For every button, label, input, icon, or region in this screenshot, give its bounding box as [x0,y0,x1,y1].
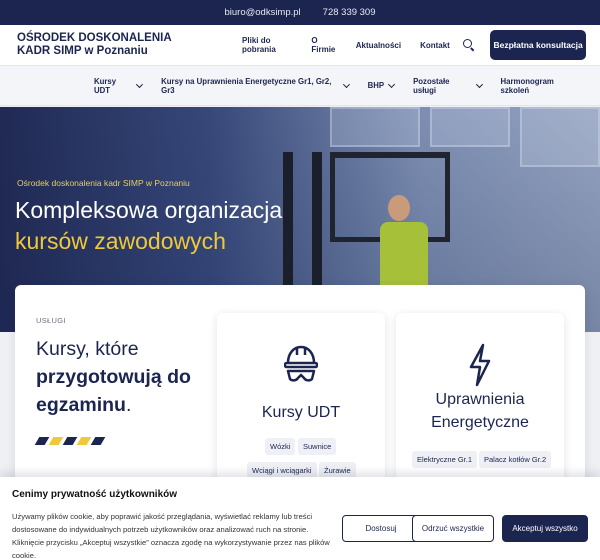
nav-news[interactable]: Aktualności [356,41,401,50]
nav-contact[interactable]: Kontakt [420,41,450,50]
services-section: USŁUGI Kursy, które przygotowują do egza… [15,285,585,493]
section-heading: Kursy, które przygotowują do egzaminu. [36,335,216,419]
phone-link[interactable]: 728 339 309 [323,7,376,18]
subnav-other[interactable]: Pozostałe usługi [413,76,483,95]
helmet-icon [284,345,318,382]
heading-part: egzaminu [36,394,126,416]
subnav-label: BHP [367,81,385,90]
tag-forklifts[interactable]: Wózki [265,438,296,455]
cookie-accept-button[interactable]: Akceptuj wszystko [502,515,588,542]
stripe [34,437,50,445]
subnav-label: Kursy na Uprawnienia Energetyczne Gr1, G… [161,76,332,95]
background-window [330,107,420,147]
cookie-customize-button[interactable]: Dostosuj [342,515,420,542]
subnav-label: Pozostałe usługi [413,76,450,95]
cookie-title: Cenimy prywatność użytkowników [12,489,178,500]
service-title: Uprawnienia Energetyczne [396,388,564,434]
stripe [48,437,64,445]
service-title-line: Energetyczne [431,414,529,431]
background-window [520,107,600,167]
site-header: OŚRODEK DOSKONALENIA KADR SIMP w Poznani… [0,25,600,66]
subnav-schedule[interactable]: Harmonogram szkoleń [501,77,581,95]
nav-files[interactable]: Pliki do pobrania [242,36,292,54]
stripe [62,437,78,445]
tag-boiler[interactable]: Palacz kotłów Gr.2 [479,451,552,468]
worker-image [380,222,428,287]
worker-image [388,195,410,221]
section-kicker: USŁUGI [36,316,66,325]
lightning-icon [469,343,491,387]
site-logo[interactable]: OŚRODEK DOSKONALENIA KADR SIMP w Poznani… [17,32,204,58]
subnav-energy[interactable]: Kursy na Uprawnienia Energetyczne Gr1, G… [161,76,350,95]
background-window [430,107,510,147]
hero-kicker: Ośrodek doskonalenia kadr SIMP w Poznani… [17,178,190,188]
main-nav: Pliki do pobrania O Firmie Aktualności K… [242,36,490,54]
hero-title-line1: Kompleksowa organizacja [15,197,283,223]
cookie-reject-button[interactable]: Odrzuć wszystkie [412,515,494,542]
subnav-bhp[interactable]: BHP [367,80,396,90]
search-icon[interactable] [462,39,473,51]
service-title: Kursy UDT [261,404,341,421]
email-link[interactable]: biuro@odksimp.pl [224,7,300,18]
heading-part: . [125,394,132,416]
hero-title: Kompleksowa organizacja kursów zawodowyc… [15,195,282,257]
heading-part: przygotowują do [36,366,191,388]
stripe [90,437,106,445]
tag-cranes[interactable]: Suwnice [298,438,337,455]
tag-electric[interactable]: Elektryczne Gr.1 [412,451,478,468]
secondary-nav: Kursy UDT Kursy na Uprawnienia Energetyc… [0,66,600,106]
chevron-down-icon [388,80,396,88]
service-card-energy[interactable]: Uprawnienia Energetyczne Elektryczne Gr.… [396,313,564,493]
hero-title-highlight: kursów zawodowych [15,228,226,254]
cookie-text: Używamy plików cookie, aby poprawić jako… [12,512,330,560]
chevron-down-icon [342,80,350,88]
subnav-label: Harmonogram szkoleń [500,76,554,95]
chevron-down-icon [475,80,483,88]
decorative-stripes [34,437,106,445]
heading-part: Kursy, które [36,338,139,360]
service-title-line: Uprawnienia [435,391,525,408]
subnav-label: Kursy UDT [94,76,117,95]
cookie-consent-bar: Cenimy prywatność użytkowników Używamy p… [0,477,600,560]
top-contact-bar: biuro@odksimp.pl 728 339 309 [0,0,600,25]
nav-about[interactable]: O Firmie [311,36,336,54]
stripe [76,437,92,445]
service-card-udt[interactable]: Kursy UDT Wózki Suwnice Wciągi i wciągar… [217,313,385,493]
chevron-down-icon [136,80,144,88]
subnav-udt[interactable]: Kursy UDT [94,76,144,95]
free-consultation-button[interactable]: Bezpłatna konsultacja [490,30,587,60]
